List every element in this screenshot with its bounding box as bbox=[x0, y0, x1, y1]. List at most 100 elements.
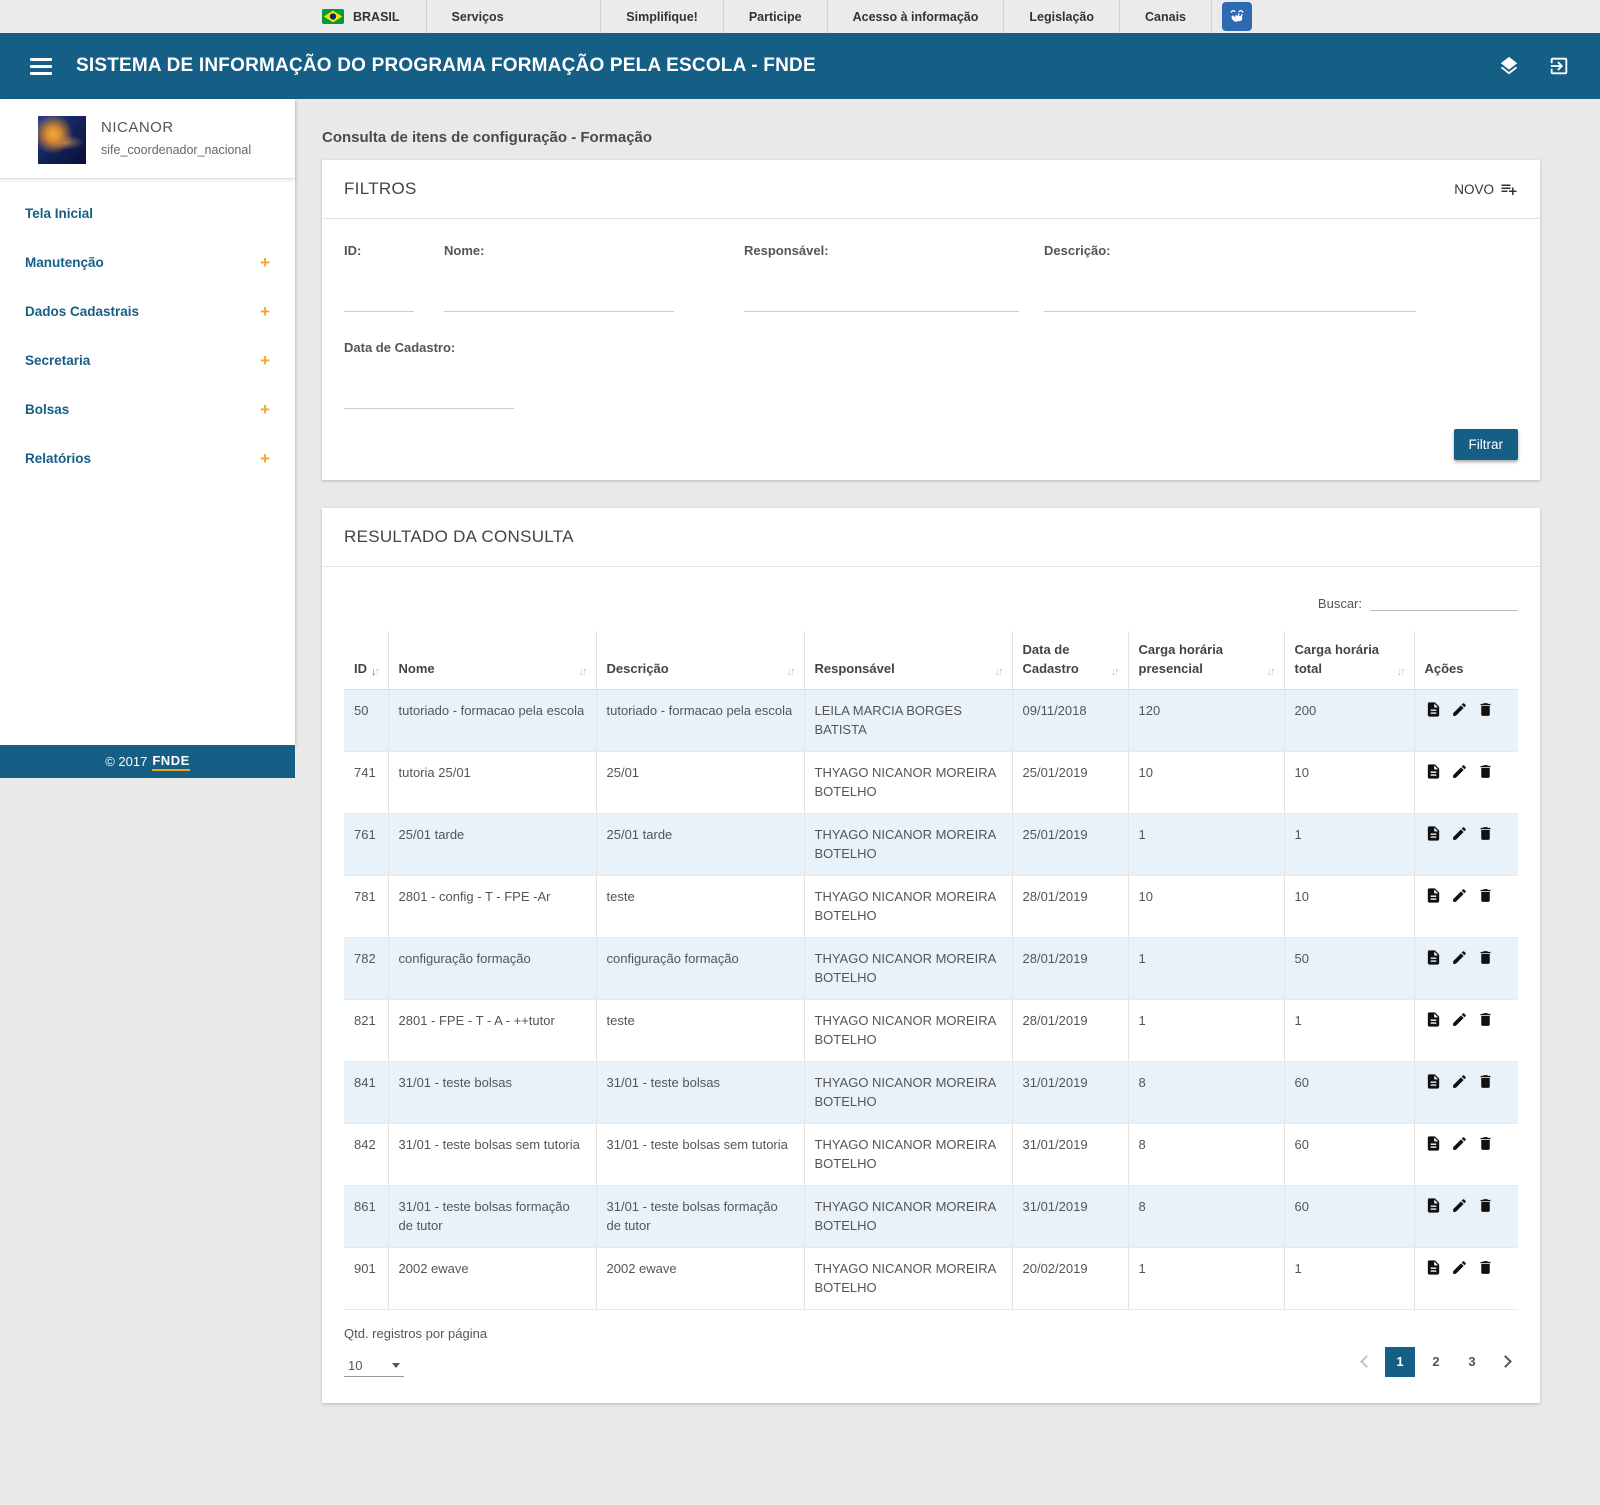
delete-trash-icon[interactable] bbox=[1477, 1011, 1494, 1028]
edit-pencil-icon[interactable] bbox=[1451, 949, 1468, 966]
edit-pencil-icon[interactable] bbox=[1451, 1259, 1468, 1276]
cell-responsavel: THYAGO NICANOR MOREIRA BOTELHO bbox=[804, 813, 1012, 875]
delete-trash-icon[interactable] bbox=[1477, 763, 1494, 780]
detail-file-icon[interactable] bbox=[1425, 1259, 1442, 1276]
govbar-link-canais[interactable]: Canais bbox=[1119, 0, 1212, 33]
filter-data-cadastro-input[interactable] bbox=[344, 387, 514, 409]
column-header-carga-horaria-presencial[interactable]: Carga horária presencial↓↑ bbox=[1128, 631, 1284, 689]
delete-trash-icon[interactable] bbox=[1477, 701, 1494, 718]
cell-responsavel: THYAGO NICANOR MOREIRA BOTELHO bbox=[804, 937, 1012, 999]
sidebar-item-relatorios[interactable]: Relatórios+ bbox=[0, 434, 295, 483]
column-header-id[interactable]: ID↓↑ bbox=[344, 631, 388, 689]
sidebar-item-manutencao[interactable]: Manutenção+ bbox=[0, 238, 295, 287]
column-header-responsavel[interactable]: Responsável ↓↑ bbox=[804, 631, 1012, 689]
delete-trash-icon[interactable] bbox=[1477, 1135, 1494, 1152]
column-header-nome[interactable]: Nome↓↑ bbox=[388, 631, 596, 689]
cell-id: 761 bbox=[344, 813, 388, 875]
search-label: Buscar: bbox=[1318, 596, 1362, 611]
user-role: sife_coordenador_nacional bbox=[101, 143, 251, 157]
govbar-link-legislacao[interactable]: Legislação bbox=[1003, 0, 1119, 33]
govbar-link-participe[interactable]: Participe bbox=[723, 0, 827, 33]
sidebar-item-tela-inicial[interactable]: Tela Inicial bbox=[0, 189, 295, 238]
cell-data_cadastro: 28/01/2019 bbox=[1012, 937, 1128, 999]
edit-pencil-icon[interactable] bbox=[1451, 1135, 1468, 1152]
column-header-data-de-cadastro[interactable]: Data de Cadastro↓↑ bbox=[1012, 631, 1128, 689]
detail-file-icon[interactable] bbox=[1425, 949, 1442, 966]
menu-hamburger-icon[interactable] bbox=[30, 58, 52, 75]
edit-pencil-icon[interactable] bbox=[1451, 1073, 1468, 1090]
page-button-3[interactable]: 3 bbox=[1457, 1347, 1487, 1377]
filter-descricao-input[interactable] bbox=[1044, 290, 1416, 312]
govbar-link-servicos[interactable]: Serviços bbox=[426, 0, 529, 33]
sidebar-item-label: Relatórios bbox=[25, 451, 91, 466]
cell-nome: 2002 ewave bbox=[388, 1247, 596, 1309]
detail-file-icon[interactable] bbox=[1425, 825, 1442, 842]
edit-pencil-icon[interactable] bbox=[1451, 887, 1468, 904]
delete-trash-icon[interactable] bbox=[1477, 949, 1494, 966]
filter-responsavel-label: Responsável: bbox=[744, 243, 1044, 258]
delete-trash-icon[interactable] bbox=[1477, 1259, 1494, 1276]
sort-icon: ↓↑ bbox=[995, 666, 1002, 679]
novo-button[interactable]: NOVO bbox=[1454, 180, 1518, 198]
edit-pencil-icon[interactable] bbox=[1451, 1197, 1468, 1214]
layers-button[interactable] bbox=[1498, 55, 1520, 77]
prev-page-button[interactable] bbox=[1354, 1347, 1379, 1377]
cell-acoes bbox=[1414, 1185, 1518, 1247]
detail-file-icon[interactable] bbox=[1425, 701, 1442, 718]
column-label: Responsável bbox=[815, 660, 895, 679]
delete-trash-icon[interactable] bbox=[1477, 887, 1494, 904]
delete-trash-icon[interactable] bbox=[1477, 1197, 1494, 1214]
table-row: 84231/01 - teste bolsas sem tutoria31/01… bbox=[344, 1123, 1518, 1185]
column-label: Data de Cadastro bbox=[1023, 641, 1107, 679]
column-header-descricao[interactable]: Descrição↓↑ bbox=[596, 631, 804, 689]
cell-id: 741 bbox=[344, 751, 388, 813]
cell-data_cadastro: 20/02/2019 bbox=[1012, 1247, 1128, 1309]
cell-responsavel: THYAGO NICANOR MOREIRA BOTELHO bbox=[804, 999, 1012, 1061]
detail-file-icon[interactable] bbox=[1425, 1073, 1442, 1090]
govbar-link-simplifique-[interactable]: Simplifique! bbox=[600, 0, 723, 33]
edit-pencil-icon[interactable] bbox=[1451, 825, 1468, 842]
filtrar-button[interactable]: Filtrar bbox=[1454, 429, 1519, 460]
cell-carga_total: 50 bbox=[1284, 937, 1414, 999]
table-row: 86131/01 - teste bolsas formação de tuto… bbox=[344, 1185, 1518, 1247]
per-page-select[interactable]: 10 bbox=[344, 1355, 404, 1377]
detail-file-icon[interactable] bbox=[1425, 1197, 1442, 1214]
filter-nome-input[interactable] bbox=[444, 290, 674, 312]
page-button-1[interactable]: 1 bbox=[1385, 1347, 1415, 1377]
page-button-2[interactable]: 2 bbox=[1421, 1347, 1451, 1377]
sidebar-item-bolsas[interactable]: Bolsas+ bbox=[0, 385, 295, 434]
delete-trash-icon[interactable] bbox=[1477, 825, 1494, 842]
cell-carga_total: 1 bbox=[1284, 813, 1414, 875]
filter-responsavel-input[interactable] bbox=[744, 290, 1019, 312]
logout-exit-icon bbox=[1548, 65, 1570, 80]
select-caret-icon bbox=[392, 1363, 400, 1368]
cell-acoes bbox=[1414, 999, 1518, 1061]
edit-pencil-icon[interactable] bbox=[1451, 763, 1468, 780]
cell-id: 781 bbox=[344, 875, 388, 937]
govbar-link-acesso-a-informacao[interactable]: Acesso à informação bbox=[827, 0, 1004, 33]
detail-file-icon[interactable] bbox=[1425, 887, 1442, 904]
results-table-head-row: ID↓↑Nome↓↑Descrição↓↑ Responsável ↓↑ Data d… bbox=[344, 631, 1518, 689]
column-header-carga-horaria-total[interactable]: Carga horária total↓↑ bbox=[1284, 631, 1414, 689]
brasil-brand-link[interactable]: BRASIL bbox=[322, 0, 426, 33]
detail-file-icon[interactable] bbox=[1425, 1135, 1442, 1152]
fnde-footer-link[interactable]: FNDE bbox=[152, 753, 189, 771]
sidebar-item-dados-cadastrais[interactable]: Dados Cadastrais+ bbox=[0, 287, 295, 336]
detail-file-icon[interactable] bbox=[1425, 1011, 1442, 1028]
avatar bbox=[38, 116, 86, 164]
cell-carga_presencial: 1 bbox=[1128, 813, 1284, 875]
edit-pencil-icon[interactable] bbox=[1451, 701, 1468, 718]
detail-file-icon[interactable] bbox=[1425, 763, 1442, 780]
delete-trash-icon[interactable] bbox=[1477, 1073, 1494, 1090]
cell-acoes bbox=[1414, 1123, 1518, 1185]
logout-button[interactable] bbox=[1548, 55, 1570, 77]
sidebar-item-secretaria[interactable]: Secretaria+ bbox=[0, 336, 295, 385]
page-title: Consulta de itens de configuração - Form… bbox=[322, 129, 1540, 146]
next-page-button[interactable] bbox=[1493, 1347, 1518, 1377]
filter-id-input[interactable] bbox=[344, 290, 414, 312]
main-content: Consulta de itens de configuração - Form… bbox=[322, 99, 1540, 1403]
user-card: NICANOR sife_coordenador_nacional bbox=[0, 99, 295, 179]
vlibras-accessibility-button[interactable] bbox=[1222, 2, 1252, 31]
edit-pencil-icon[interactable] bbox=[1451, 1011, 1468, 1028]
search-input[interactable] bbox=[1370, 591, 1518, 611]
